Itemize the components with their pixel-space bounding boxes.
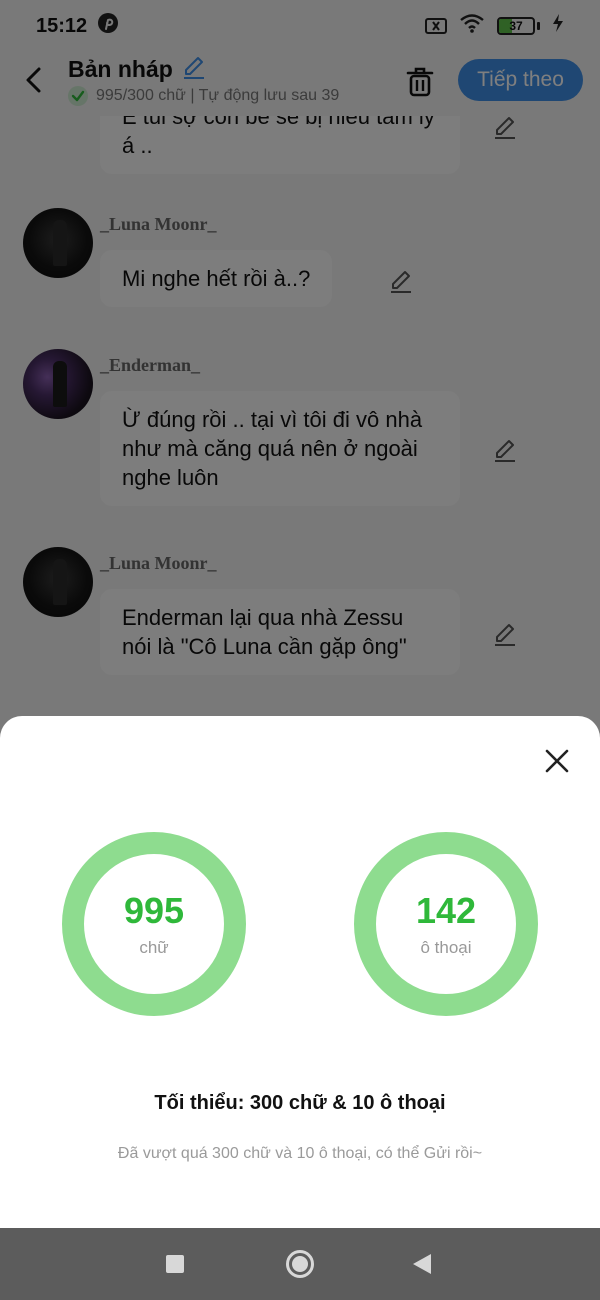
- dialog-count-value: 142: [415, 890, 477, 931]
- minimum-requirement: Tối thiểu: 300 chữ & 10 ô thoại: [154, 1092, 446, 1114]
- word-count-sheet: 995 chữ 142 ô thoại Tối thiểu: 300 chữ &…: [0, 716, 600, 1228]
- word-count-unit: chữ: [139, 938, 169, 957]
- close-icon: [545, 749, 569, 773]
- word-count-ring: 995 chữ: [62, 832, 246, 1016]
- word-count-value: 995: [123, 890, 185, 931]
- dialog-count-unit: ô thoại: [420, 938, 472, 957]
- close-button[interactable]: [538, 742, 576, 780]
- home-icon[interactable]: [286, 1250, 314, 1278]
- recents-icon[interactable]: [166, 1255, 184, 1273]
- requirement-hint: Đã vượt quá 300 chữ và 10 ô thoại, có th…: [117, 1145, 483, 1162]
- back-triangle-icon[interactable]: [413, 1254, 431, 1274]
- system-nav-bar: [0, 1228, 600, 1300]
- dialog-count-ring: 142 ô thoại: [354, 832, 538, 1016]
